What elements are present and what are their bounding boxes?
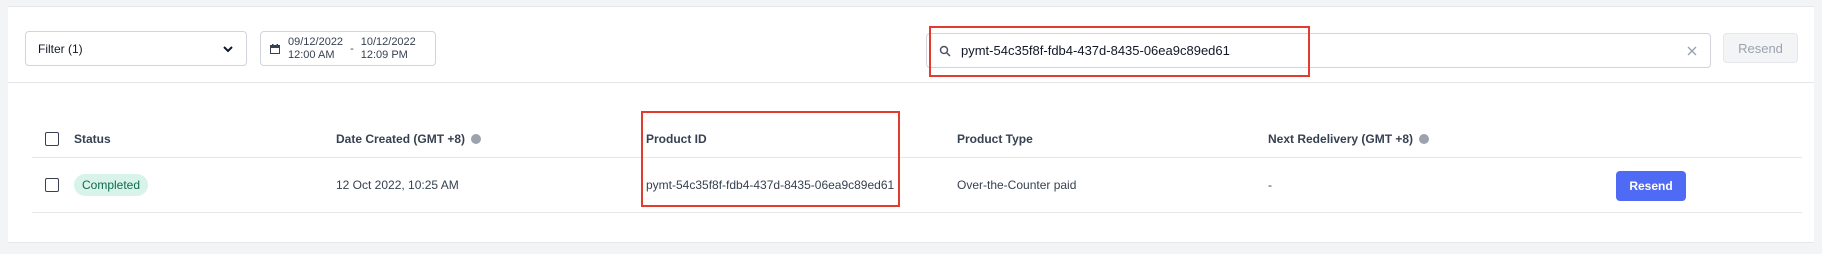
table-row: Completed 12 Oct 2022, 10:25 AM pymt-54c… xyxy=(32,158,1802,213)
header-product-id[interactable]: Product ID xyxy=(646,120,707,157)
filter-dropdown[interactable]: Filter (1) xyxy=(25,31,247,66)
info-icon[interactable] xyxy=(471,133,482,144)
select-all-cell xyxy=(45,120,59,157)
header-next-redelivery-cell: Next Redelivery (GMT +8) xyxy=(1268,120,1430,157)
date-start-time: 12:00 AM xyxy=(288,48,335,61)
filter-label: Filter (1) xyxy=(38,41,83,56)
date-range-picker[interactable]: 09/12/2022 12:00 AM - 10/12/2022 12:09 P… xyxy=(260,31,436,66)
select-all-checkbox[interactable] xyxy=(45,131,59,146)
date-end-time: 12:09 PM xyxy=(360,48,408,61)
payments-panel: Filter (1) 09/12/2022 12:00 AM - 10/12/2… xyxy=(8,6,1814,243)
info-icon[interactable] xyxy=(1419,133,1430,144)
row-checkbox[interactable] xyxy=(45,178,59,192)
table-header: Status Date Created (GMT +8) Product ID … xyxy=(32,120,1802,158)
product-id-cell: pymt-54c35f8f-fdb4-437d-8435-06ea9c89ed6… xyxy=(646,178,895,192)
product-type-cell: Over-the-Counter paid xyxy=(957,178,1077,192)
row-select-cell xyxy=(45,158,59,212)
next-redelivery-cell: - xyxy=(1268,178,1272,192)
header-next-redelivery[interactable]: Next Redelivery (GMT +8) xyxy=(1268,132,1413,146)
header-product-type[interactable]: Product Type xyxy=(957,120,1033,157)
status-badge: Completed xyxy=(74,174,149,196)
header-date-created[interactable]: Date Created (GMT +8) xyxy=(336,132,465,146)
header-status[interactable]: Status xyxy=(74,120,111,157)
date-separator: - xyxy=(350,42,354,55)
resend-bulk-button[interactable]: Resend xyxy=(1723,33,1798,63)
date-created-cell: 12 Oct 2022, 10:25 AM xyxy=(336,178,459,192)
calendar-icon xyxy=(270,43,280,54)
header-date-created-cell: Date Created (GMT +8) xyxy=(336,120,482,157)
date-start-date: 09/12/2022 xyxy=(288,35,344,48)
search-box[interactable] xyxy=(926,33,1711,68)
toolbar-divider xyxy=(8,82,1814,83)
status-cell: Completed xyxy=(74,158,149,212)
chevron-down-icon xyxy=(223,45,233,52)
date-end: 10/12/2022 12:09 PM xyxy=(361,36,416,62)
date-end-date: 10/12/2022 xyxy=(360,35,416,48)
resend-button[interactable]: Resend xyxy=(1616,171,1686,201)
date-start: 09/12/2022 12:00 AM xyxy=(288,36,343,62)
search-icon xyxy=(939,45,951,57)
close-icon[interactable] xyxy=(1686,45,1698,57)
search-input[interactable] xyxy=(951,43,1686,58)
